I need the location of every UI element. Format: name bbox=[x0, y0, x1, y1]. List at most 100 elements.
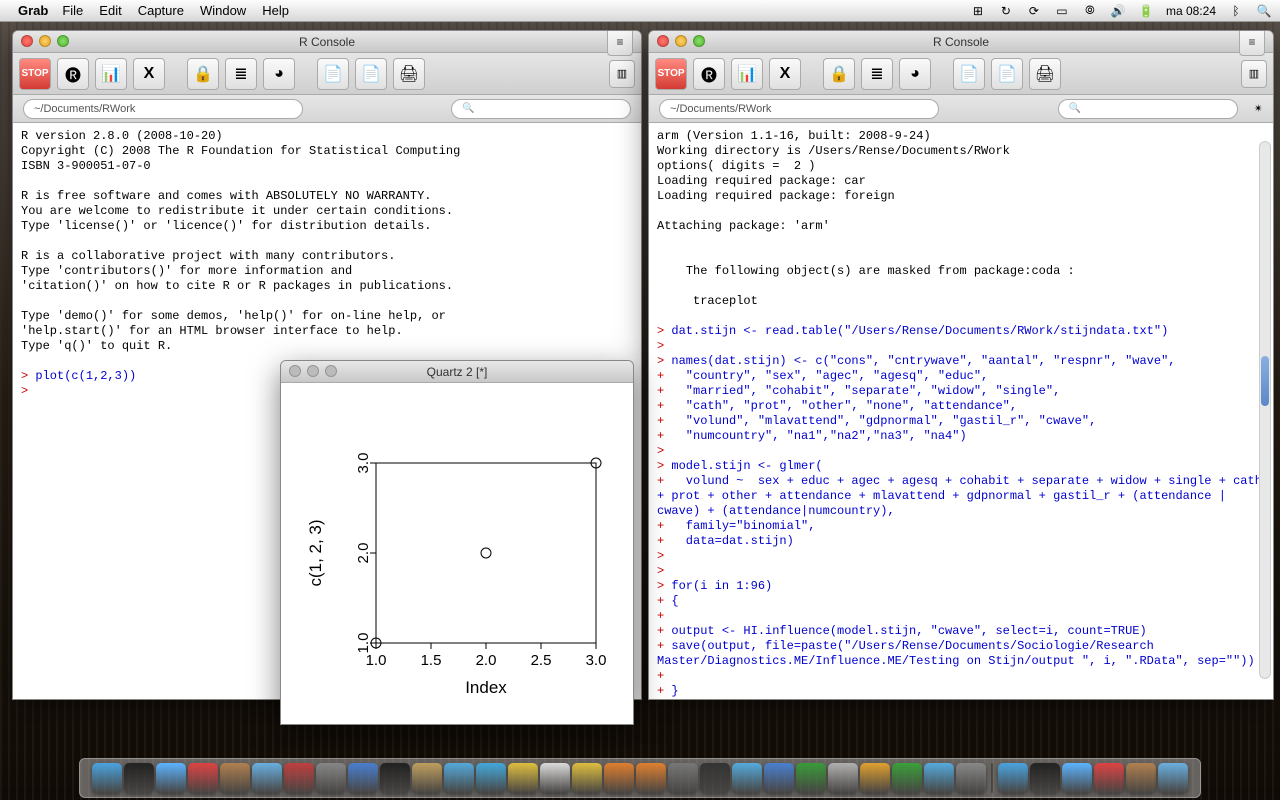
dock-item-stickies[interactable] bbox=[572, 763, 602, 793]
timemachine-icon[interactable]: ↻ bbox=[998, 3, 1014, 19]
bluetooth-icon[interactable]: ᛒ bbox=[1228, 3, 1244, 19]
newdoc-icon[interactable]: 📄 bbox=[317, 58, 349, 90]
dock-item-pages[interactable] bbox=[860, 763, 890, 793]
dock-item-vlc[interactable] bbox=[636, 763, 666, 793]
dock-item-word[interactable] bbox=[764, 763, 794, 793]
stop-button[interactable]: STOP bbox=[19, 58, 51, 90]
close-button[interactable] bbox=[289, 365, 301, 377]
print-icon[interactable]: 🖨 bbox=[1029, 58, 1061, 90]
dock-item-mail[interactable] bbox=[252, 763, 282, 793]
airport-icon[interactable]: ⦾ bbox=[1082, 3, 1098, 19]
dock-item-folder1[interactable] bbox=[998, 763, 1028, 793]
barchart-icon[interactable]: 📊 bbox=[731, 58, 763, 90]
svg-text:2.5: 2.5 bbox=[531, 652, 552, 669]
lock-icon[interactable]: 🔒 bbox=[187, 58, 219, 90]
dock-item-console[interactable] bbox=[700, 763, 730, 793]
stop-button[interactable]: STOP bbox=[655, 58, 687, 90]
history-toggle-button[interactable]: ▥ bbox=[609, 60, 635, 88]
titlebar[interactable]: R Console ≡ bbox=[13, 31, 641, 53]
dock-item-numbers[interactable] bbox=[892, 763, 922, 793]
toolbar-toggle-button[interactable]: ≡ bbox=[1239, 30, 1265, 56]
console-output[interactable]: arm (Version 1.1-16, built: 2008-9-24) W… bbox=[649, 123, 1273, 699]
dock-item-folder3[interactable] bbox=[1062, 763, 1092, 793]
minimize-button[interactable] bbox=[307, 365, 319, 377]
help-search-field[interactable] bbox=[451, 99, 631, 119]
source-button[interactable]: 🅡 bbox=[57, 58, 89, 90]
scrollbar[interactable] bbox=[1259, 141, 1271, 679]
traffic-lights bbox=[21, 35, 69, 47]
dock-item-dashboard[interactable] bbox=[124, 763, 154, 793]
dock-item-terminal[interactable] bbox=[380, 763, 410, 793]
dock-item-stack2[interactable] bbox=[1126, 763, 1156, 793]
active-app-name[interactable]: Grab bbox=[18, 3, 48, 18]
menu-file[interactable]: File bbox=[62, 3, 83, 18]
print-icon[interactable]: 🖨 bbox=[393, 58, 425, 90]
opendoc-icon[interactable]: 📄 bbox=[991, 58, 1023, 90]
lock-icon[interactable]: 🔒 bbox=[823, 58, 855, 90]
dock-item-excel[interactable] bbox=[796, 763, 826, 793]
dock-item-calculator[interactable] bbox=[604, 763, 634, 793]
dock-item-preview[interactable] bbox=[284, 763, 314, 793]
opendoc-icon[interactable]: 📄 bbox=[355, 58, 387, 90]
zoom-button[interactable] bbox=[325, 365, 337, 377]
window-title: R Console bbox=[933, 35, 989, 49]
working-dir-field[interactable]: ~/Documents/RWork bbox=[23, 99, 303, 119]
dock-item-dictionary[interactable] bbox=[412, 763, 442, 793]
prompt: > bbox=[21, 384, 35, 398]
dock-item-automator[interactable] bbox=[828, 763, 858, 793]
dock-item-iphoto[interactable] bbox=[508, 763, 538, 793]
help-search-field[interactable] bbox=[1058, 99, 1238, 119]
colorwheel-icon[interactable]: ◕ bbox=[263, 58, 295, 90]
quartz-window: Quartz 2 [*] 1.01.52.02.53.01.02.03.0Ind… bbox=[280, 360, 634, 725]
working-dir-field[interactable]: ~/Documents/RWork bbox=[659, 99, 939, 119]
display-icon[interactable]: ▭ bbox=[1054, 3, 1070, 19]
dock-item-quicktime[interactable] bbox=[444, 763, 474, 793]
close-button[interactable] bbox=[21, 35, 33, 47]
dock-item-folder2[interactable] bbox=[1030, 763, 1060, 793]
newdoc-icon[interactable]: 📄 bbox=[953, 58, 985, 90]
scroll-thumb[interactable] bbox=[1261, 356, 1269, 406]
svg-text:1.0: 1.0 bbox=[366, 652, 387, 669]
x11-button[interactable]: X bbox=[133, 58, 165, 90]
dock-item-addressbook[interactable] bbox=[220, 763, 250, 793]
clock[interactable]: ma 08:24 bbox=[1166, 4, 1216, 18]
menu-capture[interactable]: Capture bbox=[138, 3, 184, 18]
minimize-button[interactable] bbox=[675, 35, 687, 47]
battery-icon[interactable]: 🔋 bbox=[1138, 3, 1154, 19]
menu-edit[interactable]: Edit bbox=[99, 3, 121, 18]
dock-item-grab[interactable] bbox=[956, 763, 986, 793]
dock-item-ical[interactable] bbox=[188, 763, 218, 793]
close-button[interactable] bbox=[657, 35, 669, 47]
barchart-icon[interactable]: 📊 bbox=[95, 58, 127, 90]
dock-item-keynote[interactable] bbox=[924, 763, 954, 793]
dock-item-system[interactable] bbox=[316, 763, 346, 793]
menu-window[interactable]: Window bbox=[200, 3, 246, 18]
sync-icon[interactable]: ⟳ bbox=[1026, 3, 1042, 19]
titlebar[interactable]: R Console ≡ bbox=[649, 31, 1273, 53]
source-button[interactable]: 🅡 bbox=[693, 58, 725, 90]
dock-item-trash[interactable] bbox=[1158, 763, 1188, 793]
spaces-icon[interactable]: ⊞ bbox=[970, 3, 986, 19]
volume-icon[interactable]: 🔊 bbox=[1110, 3, 1126, 19]
zoom-button[interactable] bbox=[57, 35, 69, 47]
x11-button[interactable]: X bbox=[769, 58, 801, 90]
dock-item-finder[interactable] bbox=[92, 763, 122, 793]
dock-item-r[interactable] bbox=[348, 763, 378, 793]
lines-icon[interactable]: ≣ bbox=[861, 58, 893, 90]
dock-item-xcode[interactable] bbox=[732, 763, 762, 793]
pathbar: ~/Documents/RWork ✴ bbox=[649, 95, 1273, 123]
dock-item-activity[interactable] bbox=[668, 763, 698, 793]
dock-item-safari[interactable] bbox=[156, 763, 186, 793]
titlebar[interactable]: Quartz 2 [*] bbox=[281, 361, 633, 383]
spotlight-icon[interactable]: 🔍 bbox=[1256, 3, 1272, 19]
lines-icon[interactable]: ≣ bbox=[225, 58, 257, 90]
colorwheel-icon[interactable]: ◕ bbox=[899, 58, 931, 90]
dock-item-stack1[interactable] bbox=[1094, 763, 1124, 793]
dock-item-textedit[interactable] bbox=[540, 763, 570, 793]
toolbar-toggle-button[interactable]: ≡ bbox=[607, 30, 633, 56]
minimize-button[interactable] bbox=[39, 35, 51, 47]
history-toggle-button[interactable]: ▥ bbox=[1241, 60, 1267, 88]
menu-help[interactable]: Help bbox=[262, 3, 289, 18]
zoom-button[interactable] bbox=[693, 35, 705, 47]
dock-item-itunes[interactable] bbox=[476, 763, 506, 793]
